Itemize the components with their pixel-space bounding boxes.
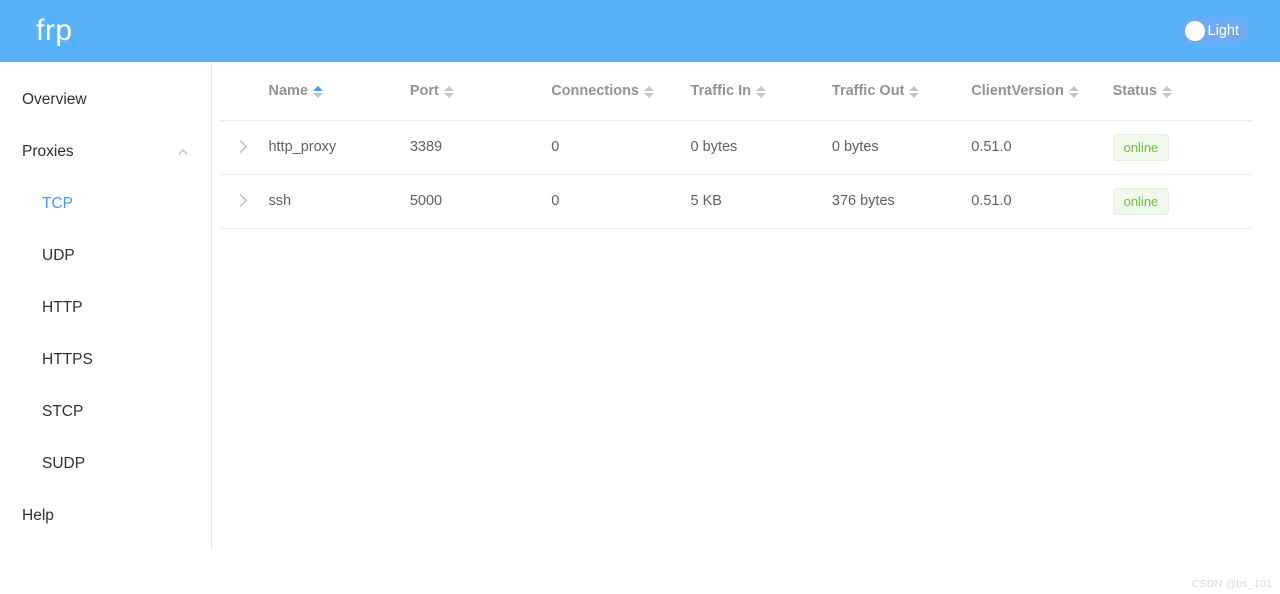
- column-header-status[interactable]: Status: [1112, 62, 1252, 121]
- sort-caret-name-icon[interactable]: [312, 85, 323, 98]
- sidebar-item-label: Overview: [22, 91, 87, 108]
- proxies-table: Name Port Connections Traffic In Traffic…: [220, 62, 1252, 229]
- caret-up-icon: [755, 85, 766, 91]
- cell-traffic-in: 0 bytes: [690, 120, 832, 175]
- sidebar-item-label: HTTP: [42, 299, 83, 316]
- sort-caret-port-icon[interactable]: [443, 85, 454, 98]
- sidebar-item-label: Proxies: [22, 143, 74, 160]
- sidebar-item-https[interactable]: HTTPS: [0, 334, 211, 386]
- chevron-right-icon[interactable]: [234, 139, 247, 153]
- column-header-port[interactable]: Port: [409, 62, 552, 121]
- caret-up-icon: [312, 85, 323, 91]
- cell-port: 3389: [409, 120, 552, 175]
- cell-client-version: 0.51.0: [971, 120, 1113, 175]
- cell-traffic-out: 376 bytes: [831, 174, 972, 229]
- row-expand-cell[interactable]: [220, 174, 269, 229]
- column-header-label: Connections: [551, 83, 639, 99]
- app-header: frp Light: [0, 0, 1280, 62]
- sidebar-item-udp[interactable]: UDP: [0, 230, 211, 282]
- cell-name: http_proxy: [268, 120, 410, 175]
- sort-caret-client-version-icon[interactable]: [1068, 85, 1079, 98]
- column-header-name[interactable]: Name: [268, 62, 410, 121]
- sidebar-item-label: UDP: [42, 247, 75, 264]
- row-expand-cell[interactable]: [220, 120, 269, 175]
- sidebar-item-label: TCP: [42, 195, 73, 212]
- caret-down-icon: [1068, 92, 1079, 98]
- caret-down-icon: [755, 92, 766, 98]
- cell-status: online: [1112, 120, 1252, 175]
- caret-down-icon: [1161, 92, 1172, 98]
- sidebar-item-overview[interactable]: Overview: [0, 74, 211, 126]
- column-header-connections[interactable]: Connections: [551, 62, 691, 121]
- caret-down-icon: [312, 92, 323, 98]
- sort-caret-traffic-out-icon[interactable]: [909, 85, 920, 98]
- frp-dashboard: frp Light Overview Proxies TCP UDP HTTP …: [0, 0, 1280, 594]
- sidebar-item-label: HTTPS: [42, 351, 93, 368]
- cell-client-version: 0.51.0: [971, 174, 1113, 229]
- cell-status: online: [1112, 174, 1252, 229]
- cell-traffic-in: 5 KB: [690, 174, 832, 229]
- status-badge: online: [1112, 187, 1170, 215]
- sidebar-item-tcp[interactable]: TCP: [0, 178, 211, 230]
- caret-up-icon: [644, 85, 654, 91]
- caret-up-icon: [1068, 85, 1079, 91]
- sidebar-item-sudp[interactable]: SUDP: [0, 438, 211, 490]
- sort-caret-traffic-in-icon[interactable]: [755, 85, 766, 98]
- status-badge: online: [1112, 133, 1170, 161]
- sidebar-item-label: SUDP: [42, 455, 86, 472]
- sidebar-item-proxies[interactable]: Proxies: [0, 126, 211, 178]
- theme-toggle-label: Light: [1207, 22, 1239, 39]
- chevron-up-icon: [178, 149, 188, 155]
- sidebar-item-help[interactable]: Help: [0, 490, 211, 542]
- table-header-row: Name Port Connections Traffic In Traffic…: [220, 62, 1252, 121]
- sidebar-nav: Overview Proxies TCP UDP HTTP HTTPS STCP…: [0, 62, 212, 550]
- caret-down-icon: [644, 92, 654, 98]
- sidebar-item-label: Help: [22, 507, 54, 524]
- caret-up-icon: [443, 85, 454, 91]
- sort-caret-status-icon[interactable]: [1161, 85, 1172, 98]
- caret-up-icon: [1161, 85, 1172, 91]
- sidebar-item-http[interactable]: HTTP: [0, 282, 211, 334]
- column-header-client-version[interactable]: ClientVersion: [971, 62, 1113, 121]
- watermark-text: CSDN @bs_101: [1191, 578, 1272, 590]
- caret-down-icon: [909, 92, 920, 98]
- column-header-label: Status: [1112, 83, 1157, 99]
- cell-traffic-out: 0 bytes: [831, 120, 972, 175]
- table-body: http_proxy 3389 0 0 bytes 0 bytes 0.51.0…: [220, 120, 1252, 229]
- column-header-label: ClientVersion: [971, 83, 1064, 99]
- table-row[interactable]: ssh 5000 0 5 KB 376 bytes 0.51.0 online: [220, 174, 1252, 229]
- column-header-traffic-out[interactable]: Traffic Out: [831, 62, 972, 121]
- column-header-label: Name: [268, 83, 308, 99]
- table-row[interactable]: http_proxy 3389 0 0 bytes 0 bytes 0.51.0…: [220, 120, 1252, 175]
- caret-up-icon: [909, 85, 920, 91]
- sort-caret-connections-icon[interactable]: [644, 85, 654, 98]
- caret-down-icon: [443, 92, 454, 98]
- column-header-expand: [220, 62, 269, 121]
- chevron-right-icon[interactable]: [234, 193, 247, 207]
- column-header-label: Traffic In: [690, 83, 751, 99]
- cell-name: ssh: [268, 174, 410, 229]
- app-logo-title: frp: [36, 14, 73, 47]
- column-header-traffic-in[interactable]: Traffic In: [690, 62, 832, 121]
- sidebar-item-stcp[interactable]: STCP: [0, 386, 211, 438]
- theme-toggle-switch[interactable]: Light: [1181, 18, 1248, 44]
- main-content: Name Port Connections Traffic In Traffic…: [212, 62, 1280, 550]
- cell-connections: 0: [551, 120, 691, 175]
- toggle-knob-circle-icon: [1184, 21, 1205, 41]
- column-header-label: Port: [409, 83, 439, 99]
- table-header: Name Port Connections Traffic In Traffic…: [220, 62, 1252, 121]
- sidebar-item-label: STCP: [42, 403, 84, 420]
- column-header-label: Traffic Out: [831, 83, 905, 99]
- cell-port: 5000: [409, 174, 552, 229]
- cell-connections: 0: [551, 174, 691, 229]
